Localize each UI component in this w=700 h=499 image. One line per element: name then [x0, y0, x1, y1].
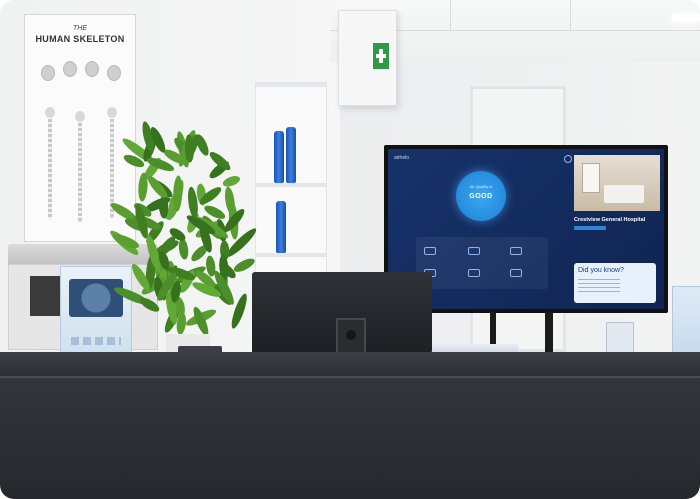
status-badge [574, 226, 606, 230]
metric-icon [468, 269, 480, 277]
metric-icon [510, 269, 522, 277]
first-aid-cabinet [338, 10, 397, 106]
skeleton-illustration [73, 111, 87, 231]
did-you-know-heading: Did you know? [578, 267, 624, 274]
poster-subtitle: THE [73, 25, 87, 32]
counter-top [0, 352, 700, 378]
desk-monitor [252, 272, 432, 356]
poster-title: HUMAN SKELETON [35, 34, 125, 44]
water-bottle [276, 201, 286, 253]
air-quality-status: GOOD [469, 193, 493, 200]
counter-edge [0, 376, 700, 378]
skeleton-illustration [43, 107, 57, 227]
metric-icon [468, 247, 480, 255]
hospital-room-photo [574, 155, 660, 211]
air-quality-indicator: Air Quality is GOOD [456, 171, 506, 221]
first-aid-cross-icon [373, 43, 389, 69]
skull-illustration [85, 61, 99, 77]
skull-illustration [107, 65, 121, 81]
metric-icon [424, 247, 436, 255]
air-quality-label: Air Quality is [469, 184, 493, 189]
screen-menu-icon [564, 155, 572, 163]
did-you-know-card: Did you know? [574, 263, 656, 303]
potted-plant [107, 120, 260, 358]
reception-scene: THE HUMAN SKELETON airhelo Air Quality i… [0, 0, 700, 499]
screen-brand: airhelo [394, 155, 410, 161]
plant-leaf [137, 172, 149, 202]
wall-shelf [255, 82, 327, 284]
hospital-name: Crestview General Hospital [574, 217, 646, 223]
water-bottle [274, 131, 284, 183]
brochure-stand-right [672, 286, 700, 354]
water-bottle [286, 127, 296, 183]
plant-leaf [221, 173, 242, 189]
metric-icon [510, 247, 522, 255]
info-sidebar: Crestview General Hospital Did you know? [574, 155, 660, 305]
plant-leaf [177, 238, 190, 260]
metrics-panel [416, 237, 548, 289]
ceiling-light [672, 14, 700, 22]
plant-leaf [172, 175, 184, 213]
reception-counter [0, 376, 700, 499]
skull-illustration [63, 61, 77, 77]
pen-cup [606, 322, 634, 356]
tv-stand-leg [545, 312, 553, 356]
skull-illustration [41, 65, 55, 81]
